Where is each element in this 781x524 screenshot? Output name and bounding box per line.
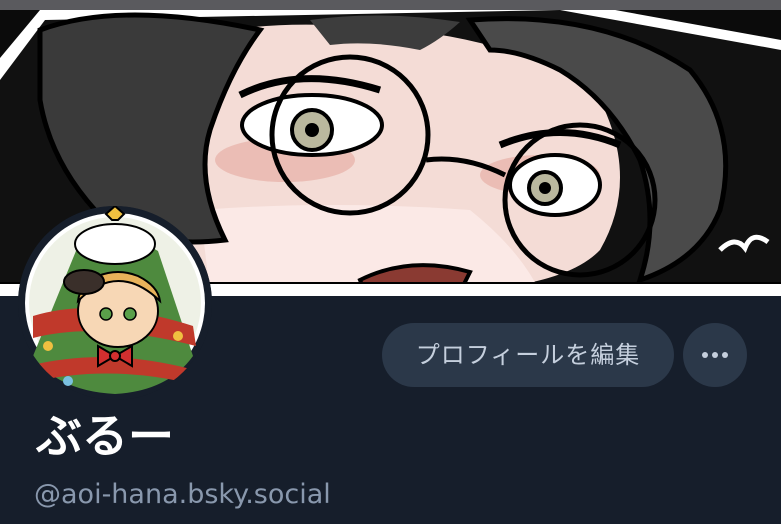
status-strip: [0, 0, 781, 10]
edit-profile-button[interactable]: プロフィールを編集: [382, 323, 674, 387]
more-dot: [702, 352, 708, 358]
more-options-button[interactable]: [683, 323, 747, 387]
display-name: ぶるー: [36, 409, 174, 463]
profile-handle: @aoi-hana.bsky.social: [34, 479, 331, 510]
avatar-illustration: [18, 206, 212, 400]
avatar[interactable]: [18, 206, 212, 400]
more-dot: [722, 352, 728, 358]
profile-page: プロフィールを編集 ぶるー @aoi-hana.bsky.social: [0, 0, 781, 524]
more-dot: [712, 352, 718, 358]
